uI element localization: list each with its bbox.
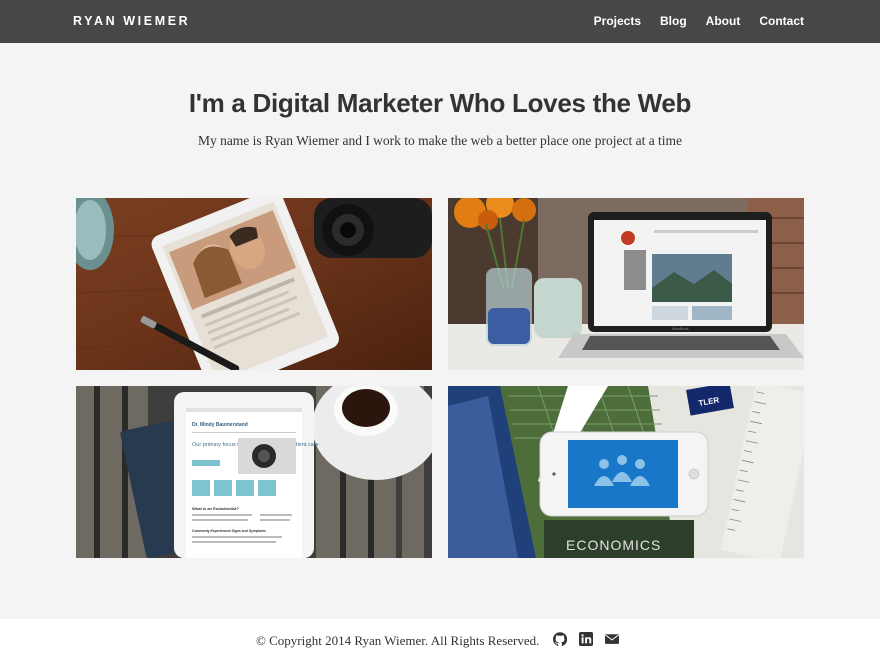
iphone-desk-photo: TLER ECONOMICS [448,386,804,558]
hero-title: I'm a Digital Marketer Who Loves the Web [188,88,692,118]
envelope-icon[interactable] [605,632,619,646]
nav-contact-link[interactable]: Contact [759,14,804,28]
site-brand[interactable]: RYAN WIEMER [73,14,190,28]
nav-projects-link[interactable]: Projects [594,14,641,28]
social-links [553,632,619,646]
hero-subtitle: My name is Ryan Wiemer and I work to mak… [197,133,683,148]
ipad-bench-coffee-photo: Dr. Mindy Baumerstand Our primary focus … [76,386,432,558]
project-tile-1[interactable] [76,198,432,370]
laptop-brand-text: MacBook [672,326,689,331]
project-tile-3[interactable]: Dr. Mindy Baumerstand Our primary focus … [76,386,432,558]
ipad-desk-photo [76,198,432,370]
book-title-text: ECONOMICS [566,537,661,553]
doctor-name-text: Dr. Mindy Baumerstand [192,422,248,428]
main-nav: Projects Blog About Contact [594,14,804,28]
nav-about-link[interactable]: About [706,14,741,28]
site-footer: © Copyright 2014 Ryan Wiemer. All Rights… [0,619,880,660]
github-icon[interactable] [553,632,567,646]
laptop-flowers-photo: MacBook [448,198,804,370]
top-navbar: RYAN WIEMER Projects Blog About Contact [0,0,880,43]
project-tile-4[interactable]: TLER ECONOMICS [448,386,804,558]
copyright-text: © Copyright 2014 Ryan Wiemer. All Rights… [256,633,540,648]
project-tile-2[interactable]: MacBook [448,198,804,370]
nav-blog-link[interactable]: Blog [660,14,687,28]
symptoms-heading-text: Commonly Experienced Signs and Symptoms [192,529,266,533]
section-heading-text: What is an Endodontist? [192,506,239,511]
linkedin-icon[interactable] [579,632,593,646]
